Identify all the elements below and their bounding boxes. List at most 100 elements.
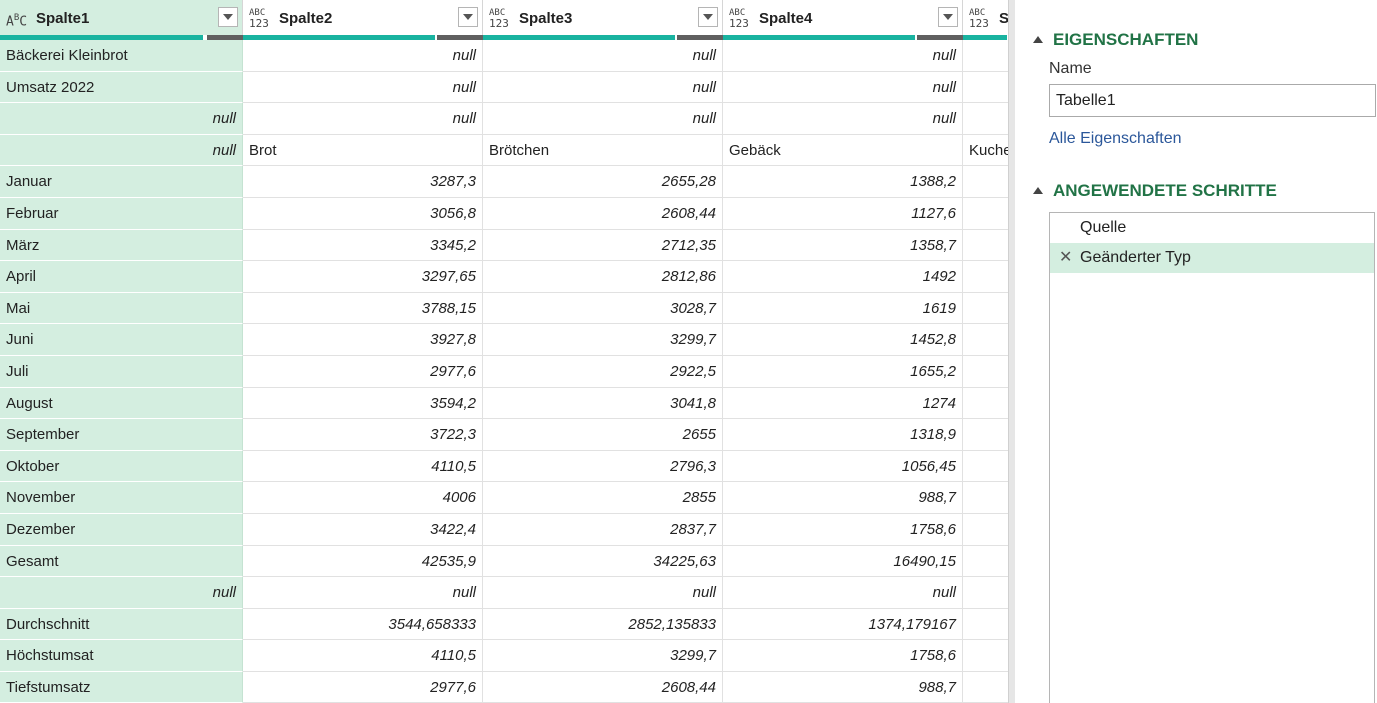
step-quelle[interactable]: Quelle xyxy=(1050,213,1374,243)
table-cell[interactable]: Juli xyxy=(0,355,243,388)
table-cell[interactable]: 3422,4 xyxy=(243,513,483,546)
table-cell[interactable]: null xyxy=(243,577,483,609)
table-cell[interactable] xyxy=(963,514,1008,546)
table-cell[interactable] xyxy=(963,40,1008,72)
table-cell[interactable]: 1758,6 xyxy=(723,640,963,672)
table-cell[interactable]: 2796,3 xyxy=(483,450,723,483)
properties-section-title[interactable]: EIGENSCHAFTEN xyxy=(1033,30,1198,50)
column-header[interactable]: ABC 123 Spalte2 xyxy=(243,0,483,35)
table-cell[interactable]: 3297,65 xyxy=(243,261,483,293)
table-cell[interactable]: 2852,135833 xyxy=(483,608,723,641)
table-cell[interactable]: 3041,8 xyxy=(483,387,723,420)
table-cell[interactable]: Juni xyxy=(0,324,243,356)
table-cell[interactable] xyxy=(963,482,1008,514)
table-cell[interactable]: Januar xyxy=(0,166,243,198)
all-properties-link[interactable]: Alle Eigenschaften xyxy=(1049,130,1182,148)
table-cell[interactable]: null xyxy=(723,103,963,135)
table-cell[interactable]: 3544,658333 xyxy=(243,608,483,641)
table-cell[interactable]: 2655 xyxy=(483,419,723,451)
any-type-icon[interactable]: ABC 123 xyxy=(729,9,753,30)
table-cell[interactable]: 3299,7 xyxy=(483,324,723,356)
table-cell[interactable]: 1374,179167 xyxy=(723,608,963,641)
table-cell[interactable]: Höchstumsat xyxy=(0,640,243,672)
column-name[interactable]: Spalte1 xyxy=(36,10,89,27)
table-cell[interactable]: Tiefstumsatz xyxy=(0,671,243,703)
column-header[interactable]: ABC 123 S xyxy=(963,0,1008,35)
table-cell[interactable]: Gebäck xyxy=(723,134,963,167)
table-cell[interactable]: März xyxy=(0,229,243,262)
any-type-icon[interactable]: ABC 123 xyxy=(969,9,993,30)
table-cell[interactable] xyxy=(963,640,1008,672)
table-cell[interactable]: 2608,44 xyxy=(483,197,723,230)
table-cell[interactable]: null xyxy=(243,40,483,72)
table-cell[interactable] xyxy=(963,293,1008,325)
column-header[interactable]: ABC 123 Spalte4 xyxy=(723,0,963,35)
collapse-triangle-icon[interactable] xyxy=(1033,187,1043,194)
table-cell[interactable]: 3028,7 xyxy=(483,292,723,325)
table-cell[interactable]: 3594,2 xyxy=(243,387,483,420)
table-cell[interactable]: 3299,7 xyxy=(483,640,723,672)
table-cell[interactable]: 3287,3 xyxy=(243,166,483,198)
table-cell[interactable]: Februar xyxy=(0,197,243,230)
table-cell[interactable] xyxy=(963,103,1008,135)
table-cell[interactable]: 34225,63 xyxy=(483,545,723,578)
table-cell[interactable]: null xyxy=(483,71,723,104)
filter-dropdown-icon[interactable] xyxy=(218,7,238,27)
column-name[interactable]: Spalte3 xyxy=(519,10,572,27)
filter-dropdown-icon[interactable] xyxy=(458,7,478,27)
table-cell[interactable]: 1274 xyxy=(723,387,963,420)
table-cell[interactable] xyxy=(963,388,1008,420)
table-cell[interactable]: April xyxy=(0,261,243,293)
table-cell[interactable]: 2922,5 xyxy=(483,355,723,388)
query-name-input[interactable]: Tabelle1 xyxy=(1049,84,1376,117)
table-cell[interactable]: 1655,2 xyxy=(723,355,963,388)
table-cell[interactable]: Umsatz 2022 xyxy=(0,71,243,104)
step-geaenderter-typ[interactable]: ✕ Geänderter Typ xyxy=(1050,243,1374,273)
table-cell[interactable]: null xyxy=(483,103,723,135)
table-cell[interactable]: 3722,3 xyxy=(243,419,483,451)
table-cell[interactable]: September xyxy=(0,419,243,451)
any-type-icon[interactable]: ABC 123 xyxy=(489,9,513,30)
table-cell[interactable]: 42535,9 xyxy=(243,545,483,578)
column-name[interactable]: S xyxy=(999,10,1008,27)
table-cell[interactable]: null xyxy=(483,40,723,72)
filter-dropdown-icon[interactable] xyxy=(698,7,718,27)
table-cell[interactable] xyxy=(963,672,1008,703)
filter-dropdown-icon[interactable] xyxy=(938,7,958,27)
table-cell[interactable] xyxy=(963,609,1008,641)
table-cell[interactable]: 3927,8 xyxy=(243,324,483,356)
table-cell[interactable]: null xyxy=(723,40,963,72)
table-cell[interactable]: 2977,6 xyxy=(243,355,483,388)
table-cell[interactable]: 2977,6 xyxy=(243,671,483,703)
table-cell[interactable]: 1127,6 xyxy=(723,197,963,230)
table-cell[interactable]: null xyxy=(0,577,243,609)
table-cell[interactable]: 16490,15 xyxy=(723,545,963,578)
delete-step-icon[interactable]: ✕ xyxy=(1059,243,1072,273)
table-cell[interactable] xyxy=(963,72,1008,104)
table-cell[interactable]: 3788,15 xyxy=(243,292,483,325)
table-cell[interactable] xyxy=(963,198,1008,230)
table-cell[interactable]: 1318,9 xyxy=(723,419,963,451)
table-cell[interactable]: 2655,28 xyxy=(483,166,723,198)
table-cell[interactable]: Brötchen xyxy=(483,134,723,167)
table-cell[interactable]: Oktober xyxy=(0,450,243,483)
any-type-icon[interactable]: ABC 123 xyxy=(249,9,273,30)
table-cell[interactable]: 1492 xyxy=(723,261,963,293)
table-cell[interactable]: August xyxy=(0,387,243,420)
table-cell[interactable] xyxy=(963,577,1008,609)
table-cell[interactable]: null xyxy=(0,103,243,135)
table-cell[interactable]: Mai xyxy=(0,292,243,325)
table-cell[interactable]: null xyxy=(483,577,723,609)
collapse-triangle-icon[interactable] xyxy=(1033,36,1043,43)
table-cell[interactable]: null xyxy=(0,134,243,167)
table-cell[interactable]: 988,7 xyxy=(723,482,963,514)
table-cell[interactable]: Gesamt xyxy=(0,545,243,578)
table-cell[interactable]: 2812,86 xyxy=(483,261,723,293)
table-cell[interactable]: 2837,7 xyxy=(483,513,723,546)
column-name[interactable]: Spalte4 xyxy=(759,10,812,27)
table-cell[interactable]: 2855 xyxy=(483,482,723,514)
text-type-icon[interactable]: ABC xyxy=(6,10,30,30)
table-cell[interactable]: null xyxy=(723,577,963,609)
table-cell[interactable] xyxy=(963,230,1008,262)
table-cell[interactable]: 2712,35 xyxy=(483,229,723,262)
